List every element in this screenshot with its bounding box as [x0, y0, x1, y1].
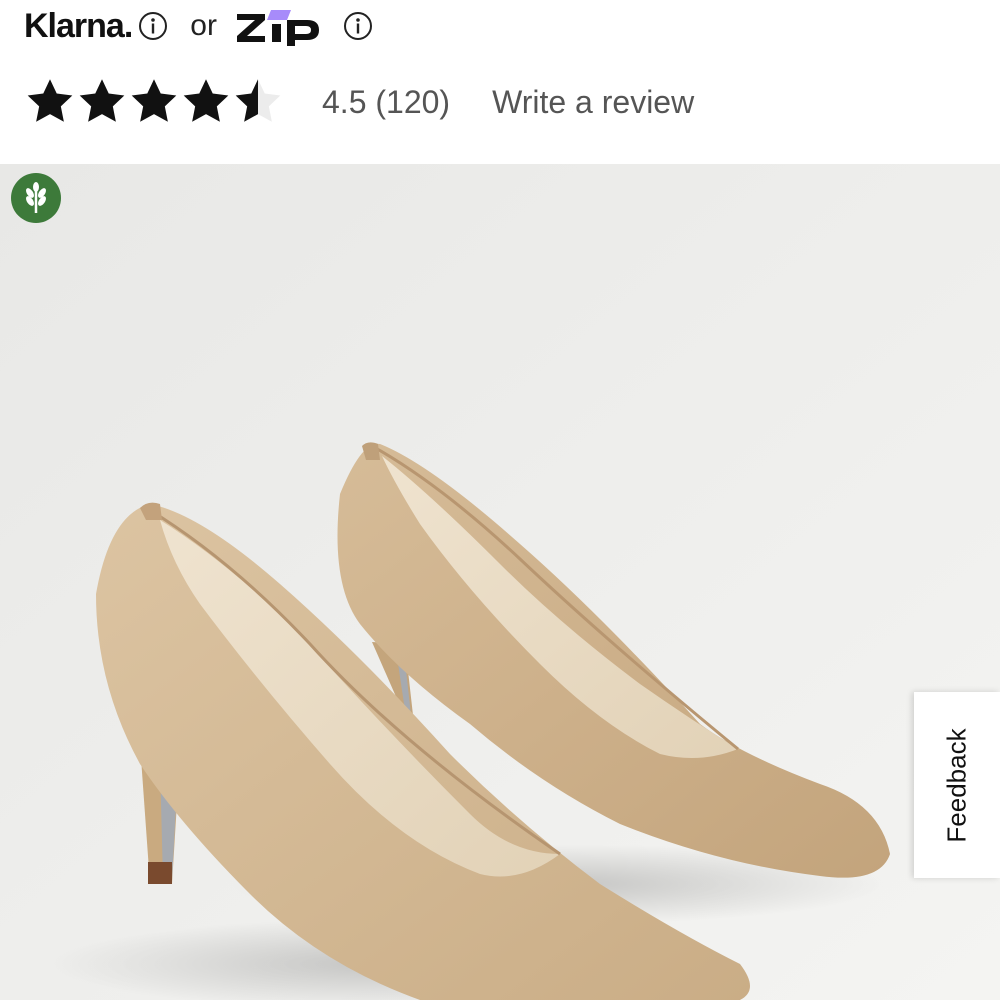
feedback-label: Feedback: [941, 727, 972, 843]
klarna-logo: Klarna.: [24, 6, 133, 45]
rating-score-count[interactable]: 4.5 (120): [322, 84, 450, 121]
or-separator: or: [190, 9, 217, 42]
rating-summary: 4.5 (120) Write a review: [24, 74, 694, 130]
product-image[interactable]: [0, 164, 1000, 1000]
star-full-icon: [183, 79, 229, 122]
leaf-sustainability-icon[interactable]: [11, 173, 61, 223]
info-circle-icon[interactable]: [343, 11, 373, 41]
star-full-icon: [131, 79, 177, 122]
star-full-icon: [79, 79, 125, 122]
zip-logo: [235, 6, 335, 46]
write-review-link[interactable]: Write a review: [492, 84, 694, 121]
star-full-icon: [27, 79, 73, 122]
info-circle-icon[interactable]: [138, 11, 168, 41]
star-half-icon: [235, 79, 281, 122]
payment-options: Klarna. or: [24, 0, 373, 52]
feedback-tab[interactable]: Feedback: [914, 692, 1000, 878]
star-rating[interactable]: [24, 76, 284, 128]
